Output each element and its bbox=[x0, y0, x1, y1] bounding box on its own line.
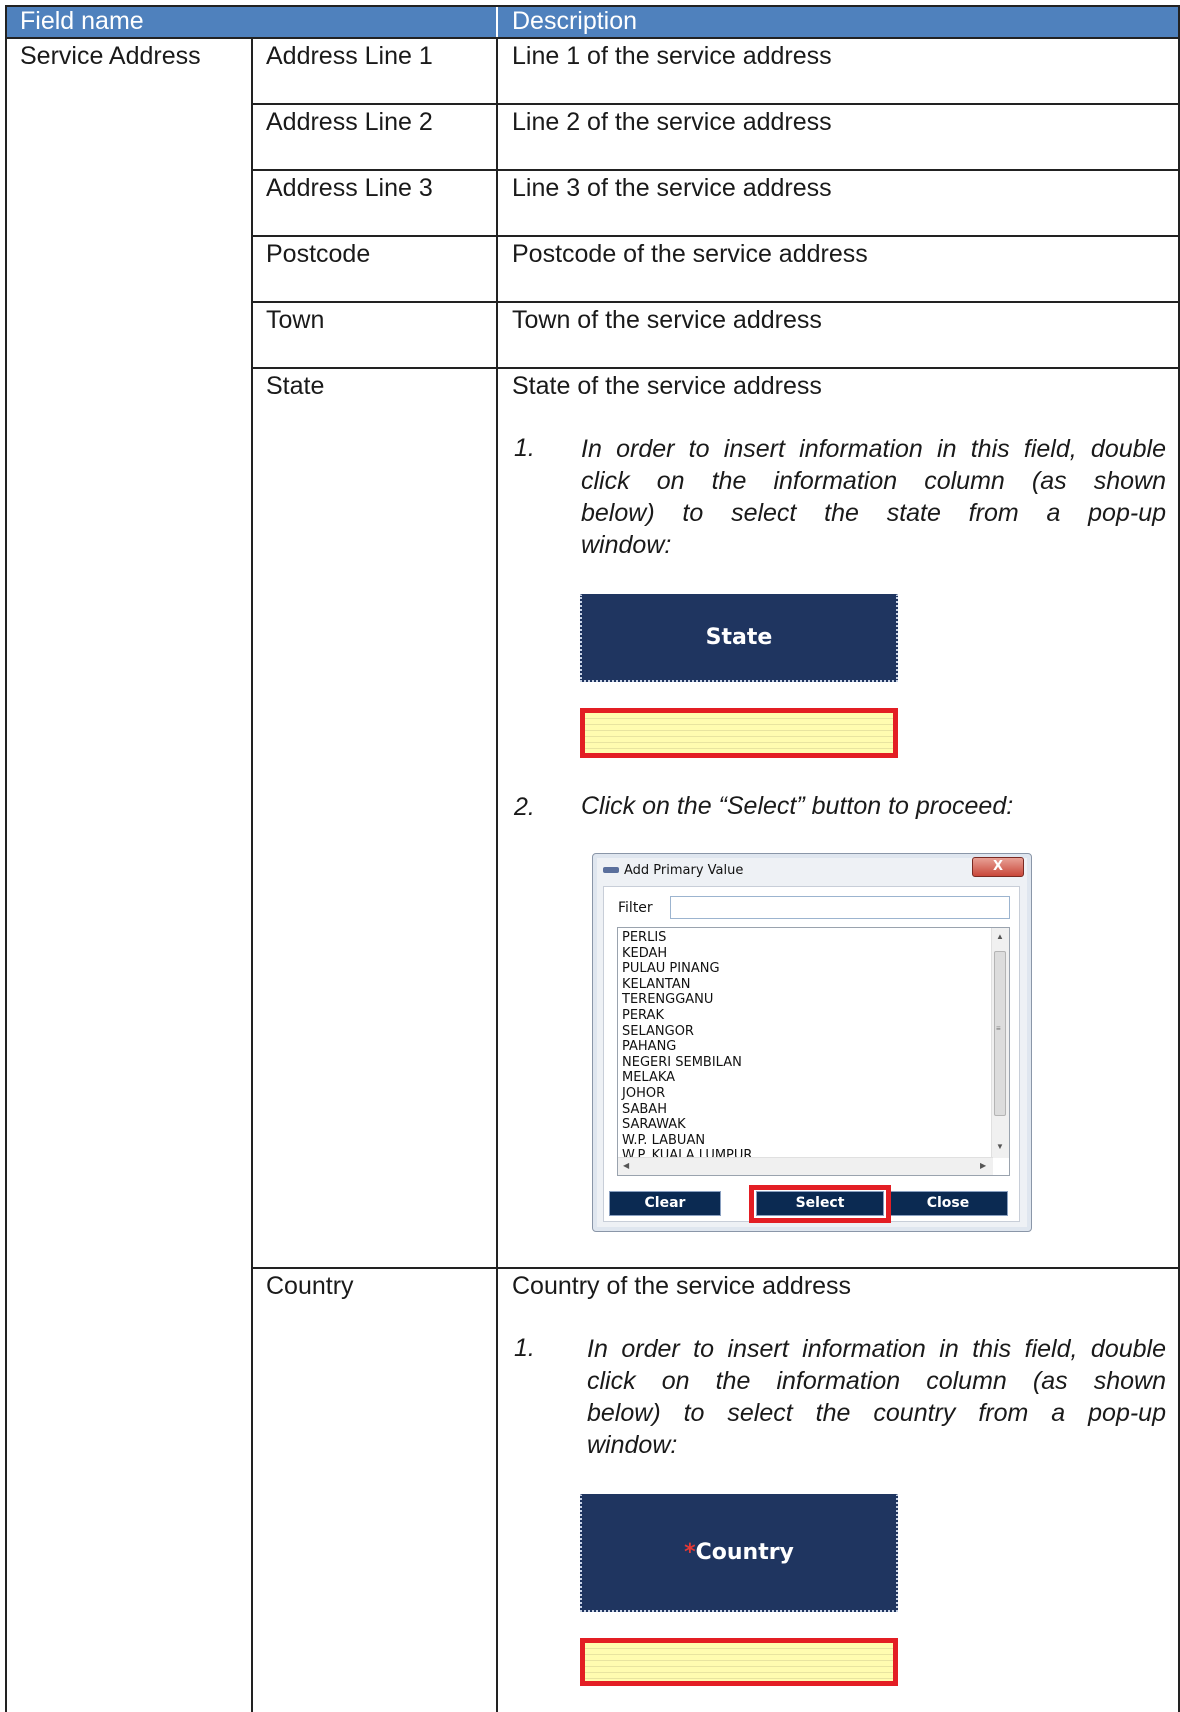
filter-input[interactable] bbox=[670, 896, 1010, 919]
row-field: Town bbox=[266, 306, 325, 334]
grip-icon: ≡ bbox=[996, 1024, 1001, 1033]
column-divider-2 bbox=[496, 37, 498, 1712]
scroll-left-icon[interactable]: ◀ bbox=[623, 1161, 629, 1170]
list-item[interactable]: JOHOR bbox=[622, 1086, 665, 1101]
scroll-up-icon[interactable]: ▲ bbox=[996, 932, 1004, 941]
state-listbox[interactable]: PERLIS KEDAH PULAU PINANG KELANTAN TEREN… bbox=[617, 927, 1010, 1176]
row-description: Country of the service address bbox=[512, 1272, 852, 1300]
state-field-header-label: State bbox=[705, 625, 773, 650]
row-field: Address Line 3 bbox=[266, 174, 433, 202]
required-mark: * bbox=[684, 1540, 696, 1565]
header-bottom-border bbox=[5, 37, 1180, 39]
group-label-service-address: Service Address bbox=[20, 42, 201, 70]
table-right-border bbox=[1178, 6, 1180, 1712]
horizontal-scrollbar[interactable]: ◀ ▶ bbox=[618, 1157, 993, 1175]
header-divider bbox=[496, 6, 498, 37]
row-divider bbox=[251, 367, 1180, 369]
row-field: Address Line 2 bbox=[266, 108, 433, 136]
row-description: Line 2 of the service address bbox=[512, 108, 832, 136]
step-number: 1. bbox=[514, 1334, 535, 1362]
row-divider bbox=[251, 103, 1180, 105]
list-item[interactable]: KEDAH bbox=[622, 946, 667, 961]
vertical-scrollbar[interactable]: ▲ ≡ ▼ bbox=[991, 928, 1009, 1158]
country-field-header: * Country bbox=[580, 1494, 898, 1612]
text-line: click on the information column (as show… bbox=[587, 1367, 1166, 1395]
table-left-border bbox=[5, 6, 7, 1712]
list-item[interactable]: SELANGOR bbox=[622, 1024, 694, 1039]
row-divider bbox=[251, 301, 1180, 303]
scroll-down-icon[interactable]: ▼ bbox=[996, 1142, 1004, 1151]
text-line: click on the information column (as show… bbox=[581, 467, 1166, 495]
dialog-body: Filter PERLIS KEDAH PULAU PINANG KELANTA… bbox=[603, 886, 1020, 1223]
step-number: 2. bbox=[514, 793, 535, 821]
clear-button[interactable]: Clear bbox=[609, 1191, 721, 1216]
list-item[interactable]: NEGERI SEMBILAN bbox=[622, 1055, 742, 1070]
row-description: State of the service address bbox=[512, 372, 822, 400]
row-divider bbox=[251, 235, 1180, 237]
list-item[interactable]: PERAK bbox=[622, 1008, 664, 1023]
row-divider bbox=[251, 1267, 1180, 1269]
close-icon[interactable]: X bbox=[972, 857, 1024, 877]
step-number: 1. bbox=[514, 434, 535, 462]
list-item[interactable]: MELAKA bbox=[622, 1070, 675, 1085]
text-line: below) to select the country from a pop-… bbox=[587, 1399, 1166, 1427]
document-page: Field name Description Service Address A… bbox=[0, 0, 1180, 1712]
list-item[interactable]: KELANTAN bbox=[622, 977, 690, 992]
row-field: Postcode bbox=[266, 240, 371, 268]
list-item[interactable]: PAHANG bbox=[622, 1039, 676, 1054]
dialog-title: Add Primary Value bbox=[624, 863, 744, 878]
header-field-name: Field name bbox=[20, 7, 144, 35]
table-header: Field name Description bbox=[6, 6, 1179, 37]
list-item[interactable]: SABAH bbox=[622, 1102, 667, 1117]
scroll-thumb[interactable] bbox=[994, 951, 1006, 1116]
row-field: Address Line 1 bbox=[266, 42, 433, 70]
text-line: In order to insert information in this f… bbox=[587, 1335, 1166, 1363]
row-field: Country bbox=[266, 1272, 354, 1300]
row-description: Line 1 of the service address bbox=[512, 42, 832, 70]
state-field-header: State bbox=[580, 594, 898, 682]
column-divider-1 bbox=[251, 37, 253, 1712]
state-field-input[interactable] bbox=[580, 708, 898, 758]
scroll-right-icon[interactable]: ▶ bbox=[980, 1161, 986, 1170]
country-step1-text: In order to insert information in this f… bbox=[587, 1333, 1166, 1461]
add-primary-value-dialog: Add Primary Value X Filter PERLIS KEDAH … bbox=[592, 853, 1032, 1232]
header-description: Description bbox=[512, 7, 638, 35]
row-description: Postcode of the service address bbox=[512, 240, 868, 268]
country-field-header-label: Country bbox=[695, 1540, 794, 1565]
table-top-border bbox=[5, 5, 1180, 7]
row-divider bbox=[251, 169, 1180, 171]
state-step1-text: In order to insert information in this f… bbox=[581, 433, 1166, 561]
text-line: window: bbox=[581, 531, 672, 559]
filter-label: Filter bbox=[618, 900, 653, 916]
text-line: below) to select the state from a pop-up bbox=[581, 499, 1166, 527]
list-item[interactable]: PULAU PINANG bbox=[622, 961, 720, 976]
close-button[interactable]: Close bbox=[888, 1191, 1008, 1216]
list-item[interactable]: W.P. LABUAN bbox=[622, 1133, 705, 1148]
row-description: Town of the service address bbox=[512, 306, 822, 334]
text-line: window: bbox=[587, 1431, 678, 1459]
text-line: In order to insert information in this f… bbox=[581, 435, 1166, 463]
list-item[interactable]: PERLIS bbox=[622, 930, 666, 945]
state-step2-text: Click on the “Select” button to proceed: bbox=[581, 792, 1014, 820]
country-field-input[interactable] bbox=[580, 1638, 898, 1686]
row-field: State bbox=[266, 372, 325, 400]
select-highlight bbox=[749, 1185, 891, 1223]
row-description: Line 3 of the service address bbox=[512, 174, 832, 202]
list-item[interactable]: SARAWAK bbox=[622, 1117, 686, 1132]
list-item[interactable]: TERENGGANU bbox=[622, 992, 713, 1007]
app-icon bbox=[603, 867, 619, 873]
